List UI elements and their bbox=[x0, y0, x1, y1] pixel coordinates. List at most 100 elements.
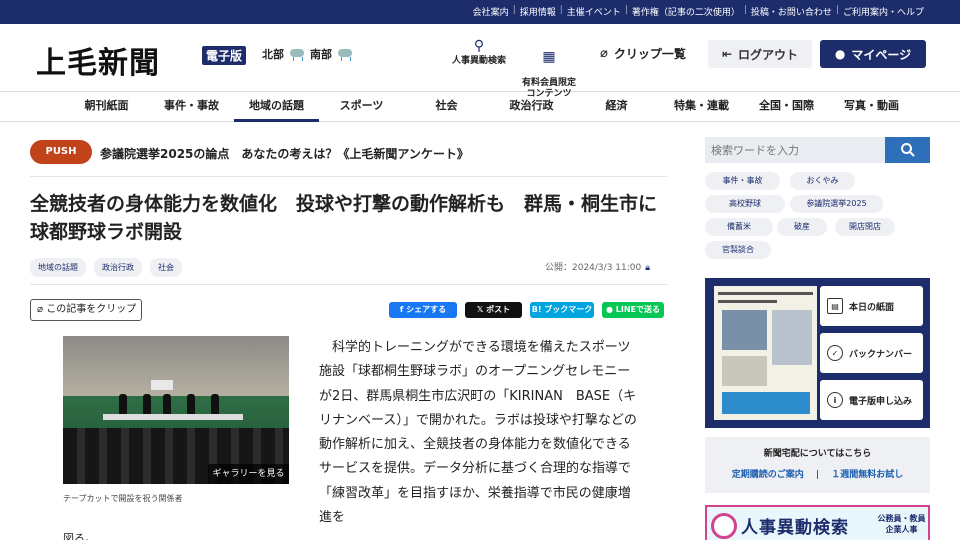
article-photo[interactable]: ギャラリーを見る bbox=[63, 336, 289, 484]
newspaper-ad bbox=[722, 392, 810, 414]
personnel-search-label: 人事異動検索 bbox=[452, 56, 507, 66]
photo-person bbox=[143, 394, 151, 416]
premium-content-link[interactable]: ▦ 有料会員限定 コンテンツ bbox=[522, 38, 576, 100]
weather-north-label: 北部 bbox=[262, 48, 284, 61]
divider bbox=[30, 284, 667, 285]
free-trial-link[interactable]: １週間無料お試し bbox=[831, 470, 903, 480]
newspaper-column bbox=[722, 356, 767, 386]
todays-paper-label: 本日の紙面 bbox=[849, 302, 895, 313]
link-events[interactable]: 主催イベント bbox=[563, 5, 625, 18]
site-header: 上毛新聞 電子版 北部 南部 ⚲ 人事異動検索 ▦ 有料会員限定 コンテンツ ⌀… bbox=[0, 24, 960, 99]
sidebar-tag[interactable]: 官製談合 bbox=[705, 241, 771, 259]
link-contact[interactable]: 投稿・お問い合わせ bbox=[747, 5, 836, 18]
x-post-button[interactable]: 𝕏 ポスト bbox=[465, 302, 522, 318]
push-headline[interactable]: 参議院選挙2025の論点 あなたの考えは？《上毛新聞アンケート》 bbox=[100, 145, 469, 162]
facebook-share-button[interactable]: f シェアする bbox=[389, 302, 457, 318]
clip-list-link[interactable]: ⌀ クリップ一覧 bbox=[600, 45, 686, 62]
article-tag[interactable]: 政治行政 bbox=[94, 258, 142, 277]
user-icon: ● bbox=[834, 47, 846, 61]
ad-title: 人事異動検索 bbox=[741, 518, 849, 538]
newspaper-headline-line bbox=[718, 300, 777, 303]
publish-date: 公開：2024/3/3 11:00 🔒︎ bbox=[545, 260, 650, 273]
hatena-bookmark-button[interactable]: B! ブックマーク bbox=[530, 302, 594, 318]
hatena-icon: B! bbox=[531, 305, 545, 314]
newspaper-photo bbox=[722, 310, 767, 350]
search-button[interactable] bbox=[885, 137, 930, 163]
photo-sign bbox=[151, 380, 173, 390]
sidebar-tag[interactable]: おくやみ bbox=[790, 172, 855, 190]
magnifier-icon bbox=[711, 513, 737, 539]
sidebar-tag[interactable]: 備蓄米 bbox=[705, 218, 773, 236]
search-box bbox=[705, 137, 930, 163]
subscription-guide-link[interactable]: 定期購読のご案内 bbox=[732, 470, 804, 480]
search-input[interactable] bbox=[705, 137, 885, 163]
photo-background bbox=[63, 336, 289, 396]
photo-table bbox=[103, 414, 243, 420]
subscribe-button[interactable]: i 電子版申し込み bbox=[820, 380, 923, 420]
sidebar-tag[interactable]: 破産 bbox=[777, 218, 827, 236]
nav-sports[interactable]: スポーツ bbox=[319, 92, 404, 122]
mypage-button[interactable]: ● マイページ bbox=[820, 40, 926, 68]
hatena-bookmark-label: ブックマーク bbox=[544, 305, 593, 314]
divider: | bbox=[806, 470, 829, 480]
link-copyright[interactable]: 著作権（記事の二次使用） bbox=[628, 5, 744, 18]
photo-person bbox=[211, 394, 219, 416]
personnel-search-ad[interactable]: 人事異動検索 公務員・教員 企業人事 bbox=[705, 505, 930, 540]
nav-incidents[interactable]: 事件・事故 bbox=[149, 92, 234, 122]
push-badge: PUSH bbox=[30, 140, 92, 164]
line-share-button[interactable]: ● LINEで送る bbox=[602, 302, 664, 318]
clip-article-label: この記事をクリップ bbox=[46, 304, 137, 315]
divider bbox=[30, 176, 667, 177]
clock-icon: ✓ bbox=[827, 345, 843, 361]
logout-icon: ⇤ bbox=[721, 47, 733, 61]
nav-features[interactable]: 特集・連載 bbox=[659, 92, 744, 122]
newspaper-headline-line bbox=[718, 292, 813, 295]
nav-local-topics[interactable]: 地域の話題 bbox=[234, 92, 319, 122]
photo-person bbox=[187, 394, 195, 416]
paperclip-icon: ⌀ bbox=[600, 46, 608, 61]
line-share-label: LINEで送る bbox=[615, 305, 660, 314]
nav-society[interactable]: 社会 bbox=[404, 92, 489, 122]
publish-date-text: 公開：2024/3/3 11:00 bbox=[545, 263, 642, 273]
top-utility-bar: 会社案内 | 採用情報 | 主催イベント | 著作権（記事の二次使用） | 投稿・お問い… bbox=[0, 0, 960, 24]
clip-list-label: クリップ一覧 bbox=[613, 47, 686, 61]
utility-links: 会社案内 | 採用情報 | 主催イベント | 著作権（記事の二次使用） | 投稿・お問い… bbox=[469, 5, 928, 18]
personnel-search-link[interactable]: ⚲ 人事異動検索 bbox=[452, 38, 506, 67]
nav-politics[interactable]: 政治行政 bbox=[489, 92, 574, 122]
article-tag[interactable]: 地域の話題 bbox=[30, 258, 86, 277]
newspaper-lock-icon: ▦ bbox=[542, 49, 556, 65]
logout-button[interactable]: ⇤ ログアウト bbox=[708, 40, 812, 68]
nav-national[interactable]: 全国・国際 bbox=[744, 92, 829, 122]
photo-caption: テープカットで開設を祝う関係者 bbox=[63, 494, 183, 503]
info-icon: i bbox=[827, 392, 843, 408]
main-nav: 朝刊紙面 事件・事故 地域の話題 スポーツ 社会 政治行政 経済 特集・連載 全… bbox=[0, 92, 960, 122]
back-number-button[interactable]: ✓ バックナンバー bbox=[820, 333, 923, 373]
mypage-label: マイページ bbox=[851, 47, 912, 62]
sidebar-tag[interactable]: 参議院選挙2025 bbox=[790, 195, 883, 213]
photo-person bbox=[119, 394, 127, 416]
link-recruit[interactable]: 採用情報 bbox=[516, 5, 560, 18]
todays-paper-panel: ▤ 本日の紙面 ✓ バックナンバー i 電子版申し込み bbox=[705, 278, 930, 428]
sidebar-tag[interactable]: 事件・事故 bbox=[705, 172, 780, 190]
newspaper-column bbox=[772, 310, 812, 365]
clip-article-button[interactable]: ⌀ この記事をクリップ bbox=[30, 299, 142, 321]
gallery-button[interactable]: ギャラリーを見る bbox=[208, 464, 289, 484]
nav-morning-paper[interactable]: 朝刊紙面 bbox=[64, 92, 149, 122]
nav-economy[interactable]: 経済 bbox=[574, 92, 659, 122]
sidebar-tag[interactable]: 開店閉店 bbox=[835, 218, 895, 236]
newspaper-icon: ▤ bbox=[827, 298, 843, 314]
article-tag[interactable]: 社会 bbox=[150, 258, 182, 277]
site-logo[interactable]: 上毛新聞 bbox=[36, 38, 160, 82]
todays-paper-button[interactable]: ▤ 本日の紙面 bbox=[820, 286, 923, 326]
sidebar-tag[interactable]: 高校野球 bbox=[705, 195, 785, 213]
weather-widget[interactable]: 北部 南部 bbox=[262, 46, 354, 62]
facebook-share-label: シェアする bbox=[406, 305, 447, 314]
link-company[interactable]: 会社案内 bbox=[469, 5, 513, 18]
nav-photo-video[interactable]: 写真・動画 bbox=[829, 92, 914, 122]
link-help[interactable]: ご利用案内・ヘルプ bbox=[839, 5, 928, 18]
weather-south-label: 南部 bbox=[310, 48, 332, 61]
line-icon: ● bbox=[606, 305, 616, 314]
newspaper-thumbnail[interactable] bbox=[714, 286, 817, 420]
x-icon: 𝕏 bbox=[476, 305, 487, 314]
search-icon bbox=[900, 143, 915, 157]
